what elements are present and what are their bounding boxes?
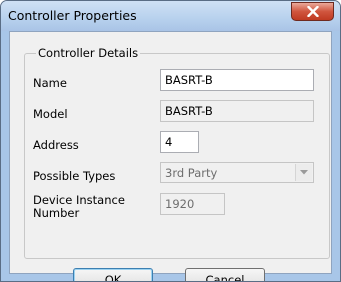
window-title: Controller Properties: [8, 8, 137, 23]
title-bar[interactable]: Controller Properties: [1, 1, 340, 31]
chevron-down-icon: [300, 170, 308, 175]
close-button[interactable]: [291, 2, 334, 21]
device-instance-field: 1920: [160, 193, 225, 215]
device-instance-label-line1: Device Instance: [33, 193, 125, 207]
possible-types-value: 3rd Party: [165, 166, 218, 180]
name-label: Name: [33, 76, 67, 90]
address-input[interactable]: 4: [160, 131, 199, 153]
controller-properties-dialog: Controller Properties Controller Details…: [0, 0, 341, 282]
cancel-button[interactable]: Cancel: [185, 268, 265, 281]
dialog-body: Controller Details Name BASRT-B Model BA…: [9, 31, 332, 281]
possible-types-label: Possible Types: [33, 169, 116, 183]
model-field: BASRT-B: [160, 100, 314, 122]
name-input[interactable]: BASRT-B: [160, 69, 314, 91]
address-label: Address: [33, 138, 79, 152]
device-instance-label: Device Instance Number: [33, 194, 125, 220]
dropdown-button[interactable]: [295, 164, 312, 181]
ok-button[interactable]: OK: [73, 268, 153, 281]
device-instance-label-line2: Number: [33, 206, 80, 220]
group-title: Controller Details: [36, 46, 141, 60]
close-icon: [307, 6, 319, 17]
model-label: Model: [33, 107, 68, 121]
possible-types-select[interactable]: 3rd Party: [160, 162, 314, 183]
